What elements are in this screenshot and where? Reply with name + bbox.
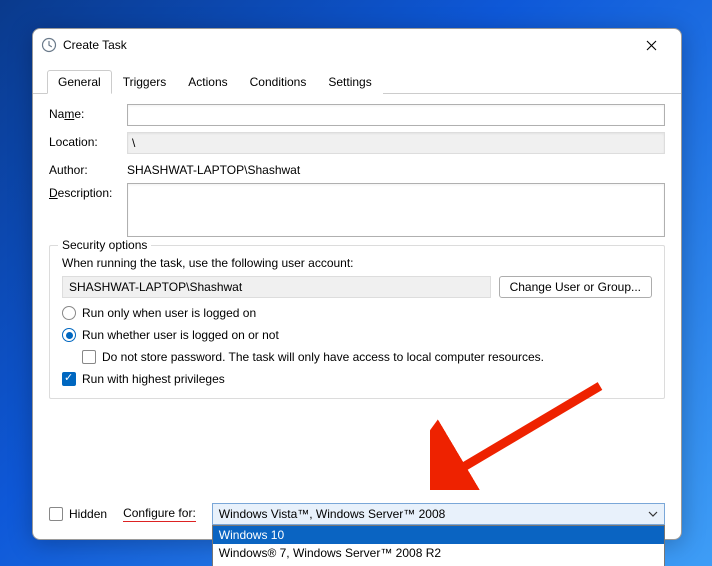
desktop-background: Create Task General Triggers Actions Con… <box>0 0 712 566</box>
name-input[interactable] <box>127 104 665 126</box>
no-store-password-checkbox[interactable]: Do not store password. The task will onl… <box>82 350 652 364</box>
create-task-window: Create Task General Triggers Actions Con… <box>32 28 682 540</box>
combo-option[interactable]: Windows Vista™, Windows Server™ 2008 <box>213 562 664 566</box>
bottom-row: Hidden Configure for: Windows Vista™, Wi… <box>33 493 681 539</box>
chevron-down-icon <box>648 509 658 519</box>
description-label: Description: <box>49 183 127 200</box>
name-label: Name: <box>49 104 127 121</box>
author-value: SHASHWAT-LAPTOP\Shashwat <box>127 160 300 177</box>
configure-for-combo[interactable]: Windows Vista™, Windows Server™ 2008 Win… <box>212 503 665 525</box>
tab-strip: General Triggers Actions Conditions Sett… <box>33 61 681 94</box>
tab-conditions[interactable]: Conditions <box>239 70 318 94</box>
combo-option[interactable]: Windows 10 <box>213 526 664 544</box>
no-store-password-label: Do not store password. The task will onl… <box>102 350 544 364</box>
radio-logged-on-or-not-label: Run whether user is logged on or not <box>82 328 279 342</box>
security-options-legend: Security options <box>58 238 151 252</box>
close-icon <box>646 40 657 51</box>
change-user-button[interactable]: Change User or Group... <box>499 276 652 298</box>
tab-settings[interactable]: Settings <box>317 70 382 94</box>
configure-for-value: Windows Vista™, Windows Server™ 2008 <box>219 507 446 521</box>
combo-option[interactable]: Windows® 7, Windows Server™ 2008 R2 <box>213 544 664 562</box>
radio-logged-on[interactable]: Run only when user is logged on <box>62 306 652 320</box>
security-options-group: Security options When running the task, … <box>49 245 665 399</box>
location-value: \ <box>127 132 665 154</box>
general-pane: Name: Location: \ Author: SHASHWAT-LAPTO… <box>33 94 681 493</box>
user-account-display: SHASHWAT-LAPTOP\Shashwat <box>62 276 491 298</box>
location-label: Location: <box>49 132 127 149</box>
tab-triggers[interactable]: Triggers <box>112 70 178 94</box>
hidden-checkbox[interactable]: Hidden <box>49 507 107 521</box>
configure-for-label: Configure for: <box>123 506 196 522</box>
titlebar: Create Task <box>33 29 681 61</box>
radio-logged-on-or-not[interactable]: Run whether user is logged on or not <box>62 328 652 342</box>
radio-logged-on-label: Run only when user is logged on <box>82 306 256 320</box>
highest-privileges-checkbox[interactable]: Run with highest privileges <box>62 372 652 386</box>
running-as-text: When running the task, use the following… <box>62 256 652 270</box>
author-label: Author: <box>49 160 127 177</box>
configure-for-dropdown: Windows 10 Windows® 7, Windows Server™ 2… <box>212 525 665 566</box>
window-title: Create Task <box>63 38 629 52</box>
app-icon <box>41 37 57 53</box>
tab-general[interactable]: General <box>47 70 112 94</box>
highest-privileges-label: Run with highest privileges <box>82 372 225 386</box>
tab-actions[interactable]: Actions <box>177 70 238 94</box>
close-button[interactable] <box>629 31 673 59</box>
hidden-label: Hidden <box>69 507 107 521</box>
description-input[interactable] <box>127 183 665 237</box>
